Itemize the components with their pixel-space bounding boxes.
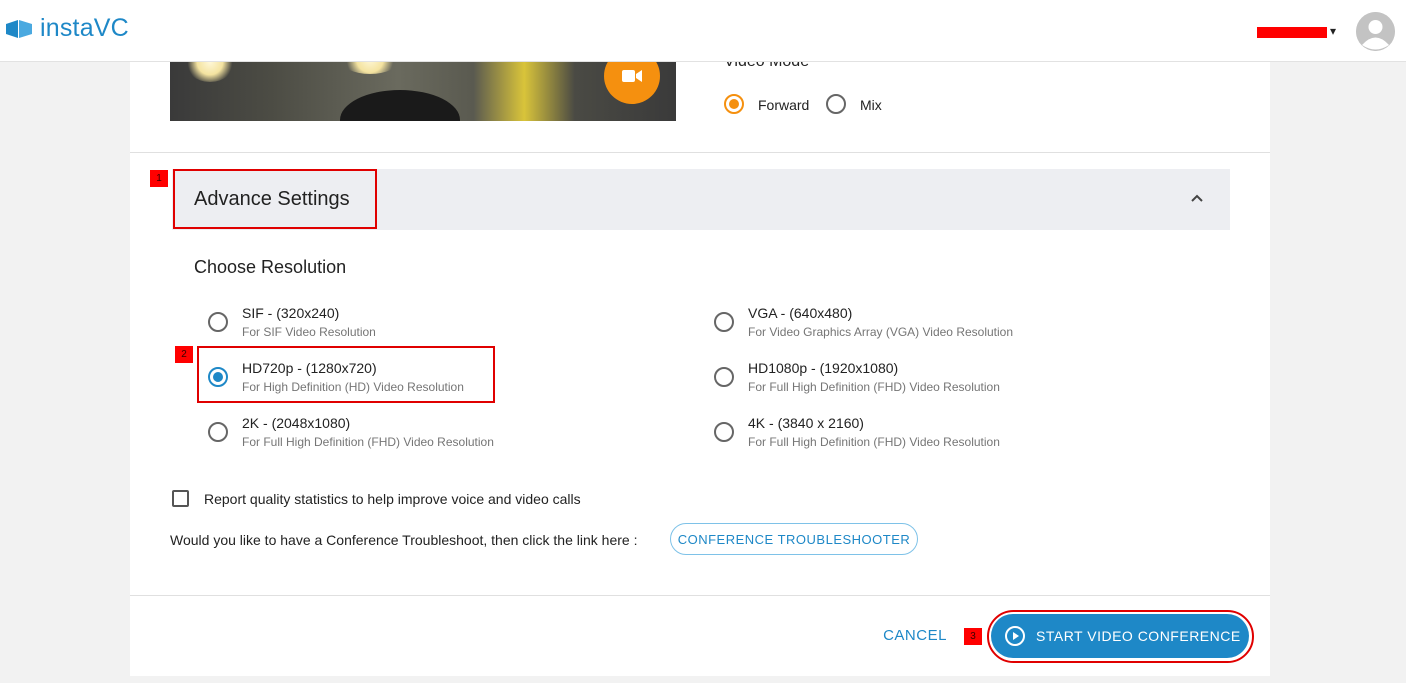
app-logo[interactable]: instaVC <box>4 14 129 43</box>
resolution-hd720p-description: For High Definition (HD) Video Resolutio… <box>242 380 464 394</box>
resolution-sif-description: For SIF Video Resolution <box>242 325 376 339</box>
user-name-redacted[interactable] <box>1257 27 1327 38</box>
start-video-conference-label: START VIDEO CONFERENCE <box>1036 628 1241 644</box>
resolution-4k-radio[interactable] <box>714 422 734 442</box>
chevron-up-icon[interactable] <box>1190 191 1204 205</box>
play-circle-icon <box>1005 626 1025 646</box>
video-camera-icon <box>622 70 642 82</box>
annotation-tag-3: 3 <box>964 628 982 645</box>
resolution-2k-label[interactable]: 2K - (2048x1080) <box>242 415 350 431</box>
resolution-vga-radio[interactable] <box>714 312 734 332</box>
resolution-4k-label[interactable]: 4K - (3840 x 2160) <box>748 415 864 431</box>
advance-settings-title: Advance Settings <box>194 188 350 210</box>
video-mode-mix-radio[interactable] <box>826 94 846 114</box>
resolution-vga-description: For Video Graphics Array (VGA) Video Res… <box>748 325 1014 339</box>
resolution-vga-label[interactable]: VGA - (640x480) <box>748 305 852 321</box>
resolution-hd720p-label[interactable]: HD720p - (1280x720) <box>242 360 377 376</box>
resolution-sif-label[interactable]: SIF - (320x240) <box>242 305 339 321</box>
resolution-4k-description: For Full High Definition (FHD) Video Res… <box>748 435 1000 449</box>
quality-stats-checkbox[interactable] <box>172 490 189 507</box>
conference-setup-card: Video Mode Forward Mix Advance Settings … <box>130 48 1270 676</box>
resolution-hd720p-radio[interactable] <box>208 367 228 387</box>
choose-resolution-title: Choose Resolution <box>194 257 347 277</box>
resolution-sif-radio[interactable] <box>208 312 228 332</box>
troubleshoot-prompt: Would you like to have a Conference Trou… <box>170 532 638 548</box>
resolution-hd1080p-radio[interactable] <box>714 367 734 387</box>
video-mode-mix-label[interactable]: Mix <box>860 97 882 113</box>
start-video-conference-button[interactable]: START VIDEO CONFERENCE <box>991 614 1249 658</box>
user-avatar-icon[interactable] <box>1356 12 1395 51</box>
resolution-2k-radio[interactable] <box>208 422 228 442</box>
annotation-tag-2: 2 <box>175 346 193 363</box>
top-bar: instaVC ▾ <box>0 0 1406 62</box>
video-mode-forward-radio[interactable] <box>724 94 744 114</box>
camera-preview <box>170 62 676 121</box>
resolution-hd1080p-label[interactable]: HD1080p - (1920x1080) <box>748 360 898 376</box>
quality-stats-label[interactable]: Report quality statistics to help improv… <box>204 491 581 507</box>
section-divider <box>130 152 1270 153</box>
footer-divider <box>130 595 1270 596</box>
annotation-tag-1: 1 <box>150 170 168 187</box>
user-menu-caret-icon[interactable]: ▾ <box>1330 24 1336 38</box>
advance-settings-header[interactable]: Advance Settings <box>172 169 1230 230</box>
cancel-button[interactable]: CANCEL <box>878 624 952 646</box>
conference-troubleshooter-button[interactable]: CONFERENCE TROUBLESHOOTER <box>670 523 918 555</box>
resolution-2k-description: For Full High Definition (FHD) Video Res… <box>242 435 494 449</box>
video-mode-forward-label[interactable]: Forward <box>758 97 809 113</box>
instavc-logo-icon <box>4 17 36 41</box>
resolution-hd1080p-description: For Full High Definition (FHD) Video Res… <box>748 380 1000 394</box>
app-name: instaVC <box>40 14 129 42</box>
